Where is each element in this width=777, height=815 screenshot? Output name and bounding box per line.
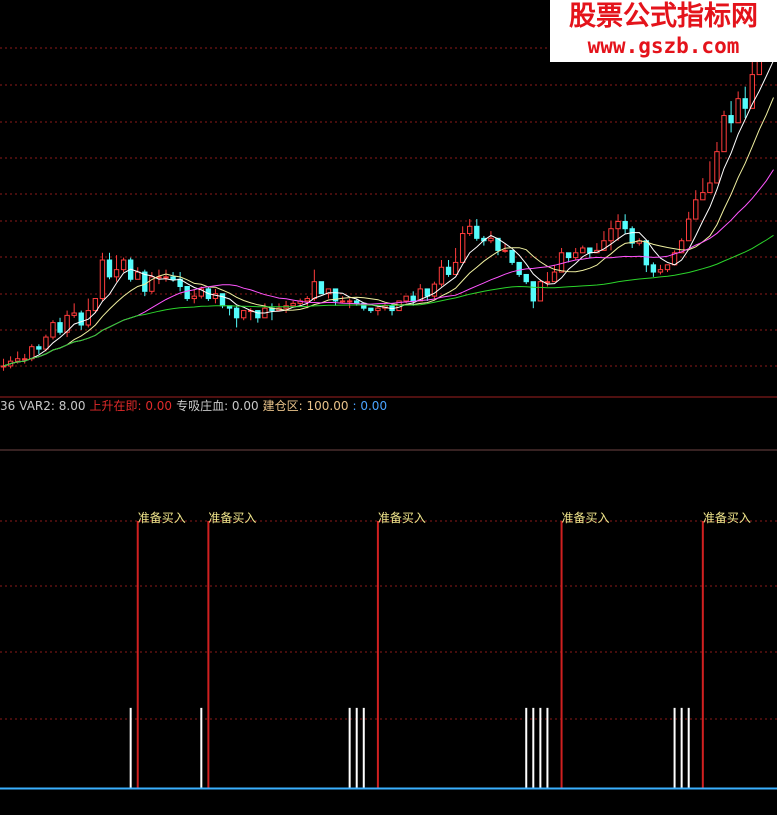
candle-body bbox=[693, 199, 699, 220]
candle-body bbox=[0, 365, 7, 368]
candle-body bbox=[304, 298, 310, 302]
candle-body bbox=[615, 220, 621, 230]
buy-signal-label: 准备买入 bbox=[138, 511, 186, 525]
candle-body bbox=[686, 218, 692, 242]
candle-body bbox=[318, 281, 325, 295]
candle-body bbox=[643, 240, 650, 266]
watermark-title: 股票公式指标网 bbox=[569, 1, 758, 32]
candle-body bbox=[700, 192, 706, 201]
candle-body bbox=[339, 300, 346, 303]
candle-body bbox=[106, 259, 113, 278]
candle-body bbox=[368, 307, 374, 312]
legend-item: 36 bbox=[0, 399, 16, 413]
candle-body bbox=[191, 295, 197, 300]
indicator-legend: 36 VAR2: 8.00 上升在即: 0.00 专吸庄血: 0.00 建仓区: 100… bbox=[0, 398, 391, 414]
buy-signal-label: 准备买入 bbox=[378, 511, 426, 525]
candle-body bbox=[657, 269, 664, 273]
candle-body bbox=[99, 259, 106, 300]
candle-body bbox=[587, 247, 593, 254]
ma-line-ma20 bbox=[3, 169, 774, 367]
indicator-grid bbox=[0, 520, 777, 720]
candle-body bbox=[410, 295, 416, 302]
candle-body bbox=[452, 261, 459, 275]
main-chart-area bbox=[0, 19, 777, 371]
legend-item: 专吸庄血: 0.00 bbox=[176, 399, 259, 413]
candle-body bbox=[113, 269, 120, 278]
candle-body bbox=[558, 252, 565, 273]
candle-body bbox=[14, 358, 21, 362]
candle-body bbox=[346, 300, 353, 303]
ma-line-ma10 bbox=[3, 97, 774, 367]
candle-body bbox=[57, 322, 63, 333]
candle-body bbox=[233, 307, 240, 319]
candle-body bbox=[580, 247, 586, 254]
candle-body bbox=[71, 312, 77, 316]
candle-body bbox=[707, 182, 713, 194]
candle-body bbox=[290, 302, 296, 307]
candle-body bbox=[572, 252, 579, 259]
candle-body bbox=[36, 346, 42, 350]
candle-body bbox=[92, 298, 99, 312]
candle-body bbox=[608, 228, 614, 242]
buy-signal-label: 准备买入 bbox=[562, 511, 610, 525]
candle-body bbox=[445, 266, 452, 275]
candle-body bbox=[488, 237, 494, 242]
candle-body bbox=[120, 259, 127, 271]
candle-body bbox=[459, 233, 466, 263]
candle-body bbox=[742, 98, 748, 109]
candle-body bbox=[135, 271, 141, 280]
candle-body bbox=[78, 312, 84, 326]
legend-item: 建仓区: 100.00 bbox=[262, 399, 349, 413]
candle-body bbox=[241, 310, 247, 319]
candle-body bbox=[163, 276, 169, 279]
candle-body bbox=[622, 220, 628, 230]
candle-body bbox=[509, 249, 515, 263]
candle-body bbox=[565, 252, 572, 259]
watermark-url: www.gszb.com bbox=[587, 34, 740, 58]
candle-body bbox=[255, 310, 261, 319]
candle-body bbox=[311, 281, 318, 300]
candle-body bbox=[650, 264, 657, 273]
ma-line-ma5 bbox=[3, 60, 774, 367]
buy-signal-label: 准备买入 bbox=[703, 511, 751, 525]
candle-body bbox=[502, 249, 508, 252]
candle-body bbox=[29, 346, 35, 360]
candle-body bbox=[474, 225, 480, 239]
candle-body bbox=[523, 273, 529, 283]
candle-body bbox=[170, 276, 176, 280]
candle-body bbox=[467, 225, 473, 235]
candle-body bbox=[714, 151, 720, 184]
candle-body bbox=[544, 281, 551, 284]
main-chart-grid bbox=[0, 47, 777, 367]
candle-body bbox=[537, 281, 544, 302]
candle-body bbox=[375, 307, 381, 312]
candle-body bbox=[43, 336, 49, 350]
candle-body bbox=[184, 286, 190, 300]
candle-body bbox=[551, 271, 558, 283]
candle-body bbox=[354, 300, 360, 304]
legend-item: 上升在即: 0.00 bbox=[89, 399, 173, 413]
buy-signal-label: 准备买入 bbox=[208, 511, 256, 525]
candle-body bbox=[438, 266, 445, 285]
candle-body bbox=[664, 264, 671, 271]
candle-body bbox=[50, 322, 56, 338]
watermark-logo: 股票公式指标网 www.gszb.com bbox=[550, 0, 777, 62]
indicator-area: 准备买入 准备买入 准备买入 准备买入 准备买入 bbox=[0, 511, 777, 790]
candle-body bbox=[424, 288, 431, 297]
legend-item: VAR2: 8.00 bbox=[19, 399, 86, 413]
candle-body bbox=[530, 281, 536, 302]
candle-body bbox=[403, 295, 409, 302]
candle-body bbox=[735, 98, 741, 124]
candle-body bbox=[22, 358, 28, 361]
candle-body bbox=[219, 293, 226, 307]
candle-body bbox=[721, 115, 727, 153]
candle-body bbox=[728, 115, 734, 124]
candle-body bbox=[629, 228, 635, 244]
candle-body bbox=[516, 261, 522, 275]
legend-item: : 0.00 bbox=[352, 399, 388, 413]
